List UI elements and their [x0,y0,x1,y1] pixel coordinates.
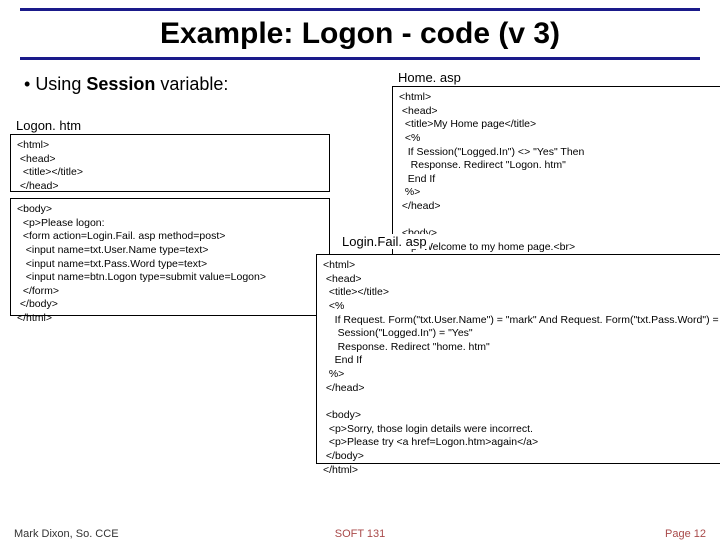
footer-page: Page 12 [665,528,706,540]
footer-course: SOFT 131 [335,528,386,540]
footer-author: Mark Dixon, So. CCE [14,528,119,540]
code-logon-head: <html> <head> <title></title> </head> [10,134,330,192]
label-logon: Logon. htm [14,118,83,133]
code-loginfail: <html> <head> <title></title> <% If Requ… [316,254,720,464]
slide-title: Example: Logon - code (v 3) [20,17,700,51]
label-loginfail: Login.Fail. asp [340,234,429,249]
label-home: Home. asp [396,70,463,85]
code-logon-body: <body> <p>Please logon: <form action=Log… [10,198,330,316]
